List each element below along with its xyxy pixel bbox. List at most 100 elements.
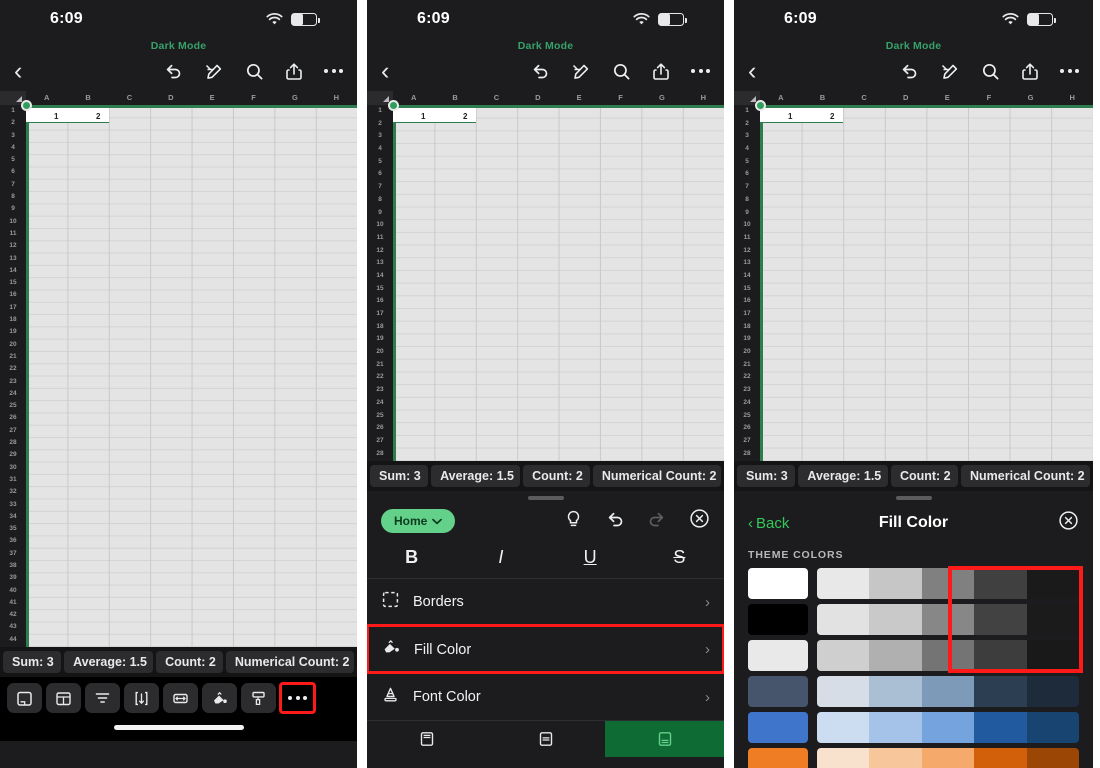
color-swatch[interactable] — [921, 748, 975, 768]
color-swatch[interactable] — [1026, 568, 1079, 599]
stat-sum[interactable]: Sum: 3 — [370, 465, 429, 487]
spreadsheet-grid-p1[interactable]: A B C D E F G H 1 2 3 4 5 6 7 8 9 10 11 12 13 14 15 16 1… — [0, 91, 357, 647]
color-swatch[interactable] — [817, 748, 870, 768]
row-header[interactable]: 23 — [0, 376, 26, 388]
row-header[interactable]: 9 — [367, 207, 393, 220]
color-swatch[interactable] — [869, 640, 922, 671]
format-painter-icon[interactable] — [241, 683, 276, 713]
filter-icon[interactable] — [85, 683, 120, 713]
row-header[interactable]: 5 — [0, 154, 26, 166]
stat-average[interactable]: Average: 1.5 — [64, 651, 154, 673]
row-header[interactable]: 3 — [734, 130, 760, 143]
selection-handle[interactable] — [388, 100, 399, 111]
row-header[interactable]: 26 — [0, 412, 26, 424]
align-left-button[interactable] — [367, 757, 486, 768]
column-header[interactable]: G — [274, 91, 315, 105]
row-header[interactable]: 10 — [734, 219, 760, 232]
row-header[interactable]: 9 — [0, 203, 26, 215]
fill-color-icon[interactable] — [202, 683, 237, 713]
row-header[interactable]: 11 — [367, 232, 393, 245]
color-swatch[interactable] — [921, 712, 975, 743]
column-header[interactable]: B — [434, 91, 475, 105]
row-header[interactable]: 2 — [0, 117, 26, 129]
row-header[interactable]: 19 — [367, 333, 393, 346]
row-header[interactable]: 44 — [0, 634, 26, 646]
row-header[interactable]: 4 — [734, 143, 760, 156]
cell-grid[interactable]: 1 2 — [388, 100, 724, 461]
share-icon[interactable] — [285, 62, 303, 81]
row-header[interactable]: 19 — [734, 333, 760, 346]
row-header[interactable]: 35 — [0, 523, 26, 535]
color-swatch[interactable] — [1026, 604, 1079, 635]
color-swatch[interactable] — [869, 604, 922, 635]
color-swatch[interactable] — [817, 676, 870, 707]
row-header[interactable]: 2 — [367, 118, 393, 131]
column-header[interactable]: A — [26, 91, 67, 105]
stat-sum[interactable]: Sum: 3 — [737, 465, 796, 487]
column-header[interactable]: A — [760, 91, 802, 105]
column-header[interactable]: B — [67, 91, 108, 105]
color-swatch[interactable] — [817, 712, 870, 743]
row-header[interactable]: 32 — [0, 486, 26, 498]
column-header[interactable]: F — [233, 91, 274, 105]
column-header[interactable]: F — [968, 91, 1010, 105]
row-header[interactable]: 5 — [367, 156, 393, 169]
row-header[interactable]: 15 — [0, 277, 26, 289]
undo-icon[interactable] — [530, 62, 550, 80]
draw-pen-icon[interactable] — [571, 62, 591, 81]
row-header[interactable]: 8 — [367, 194, 393, 207]
row-header[interactable]: 10 — [0, 216, 26, 228]
column-header[interactable]: E — [192, 91, 233, 105]
row-header[interactable]: 28 — [0, 437, 26, 449]
row-header[interactable]: 14 — [734, 270, 760, 283]
color-swatch[interactable] — [974, 604, 1027, 635]
row-header[interactable]: 18 — [734, 321, 760, 334]
color-swatch[interactable] — [869, 712, 922, 743]
row-header[interactable]: 2 — [734, 118, 760, 131]
align-right-button[interactable] — [605, 757, 724, 768]
selected-cells[interactable]: 1 2 — [393, 108, 476, 123]
close-circle-icon[interactable] — [1058, 510, 1079, 536]
stat-average[interactable]: Average: 1.5 — [798, 465, 888, 487]
row-header[interactable]: 12 — [0, 240, 26, 252]
search-icon[interactable] — [981, 62, 1000, 81]
back-button[interactable]: ‹ — [748, 58, 756, 84]
italic-button[interactable]: I — [456, 547, 545, 568]
fill-color-item[interactable]: Fill Color › — [367, 624, 724, 674]
row-header[interactable]: 42 — [0, 609, 26, 621]
row-header[interactable]: 16 — [367, 295, 393, 308]
row-header[interactable]: 21 — [367, 359, 393, 372]
draw-pen-icon[interactable] — [204, 62, 224, 81]
row-header[interactable]: 20 — [734, 346, 760, 359]
row-header[interactable]: 38 — [0, 560, 26, 572]
row-header[interactable]: 20 — [0, 339, 26, 351]
row-header[interactable]: 17 — [367, 308, 393, 321]
row-header[interactable]: 14 — [0, 265, 26, 277]
spreadsheet-grid-p3[interactable]: A B C D E F G H 1 2 3 4 5 6 7 8 9 10 11 12 13 14 15 16 1… — [734, 91, 1093, 461]
row-header[interactable]: 22 — [734, 371, 760, 384]
more-horizontal-icon[interactable] — [324, 69, 343, 73]
column-header[interactable]: G — [1010, 91, 1052, 105]
color-swatch[interactable] — [1026, 676, 1079, 707]
color-swatch[interactable] — [921, 568, 975, 599]
color-swatch[interactable] — [921, 604, 975, 635]
font-color-item[interactable]: Font Color › — [367, 673, 724, 720]
row-header[interactable]: 22 — [0, 363, 26, 375]
row-header[interactable]: 11 — [734, 232, 760, 245]
row-header[interactable]: 24 — [0, 388, 26, 400]
row-header[interactable]: 23 — [367, 384, 393, 397]
row-header[interactable]: 14 — [367, 270, 393, 283]
stat-numerical-count[interactable]: Numerical Count: 2 — [961, 465, 1090, 487]
color-swatch-base[interactable] — [748, 604, 808, 635]
stat-average[interactable]: Average: 1.5 — [431, 465, 521, 487]
color-swatch[interactable] — [869, 748, 922, 768]
close-circle-icon[interactable] — [689, 508, 710, 534]
stat-sum[interactable]: Sum: 3 — [3, 651, 62, 673]
row-header[interactable]: 23 — [734, 384, 760, 397]
row-header[interactable]: 25 — [0, 400, 26, 412]
sheet-grabber[interactable] — [734, 491, 1093, 504]
undo-icon[interactable] — [899, 62, 919, 80]
color-swatch[interactable] — [1026, 640, 1079, 671]
keyboard-toggle-icon[interactable] — [7, 683, 42, 713]
row-header[interactable]: 20 — [367, 346, 393, 359]
